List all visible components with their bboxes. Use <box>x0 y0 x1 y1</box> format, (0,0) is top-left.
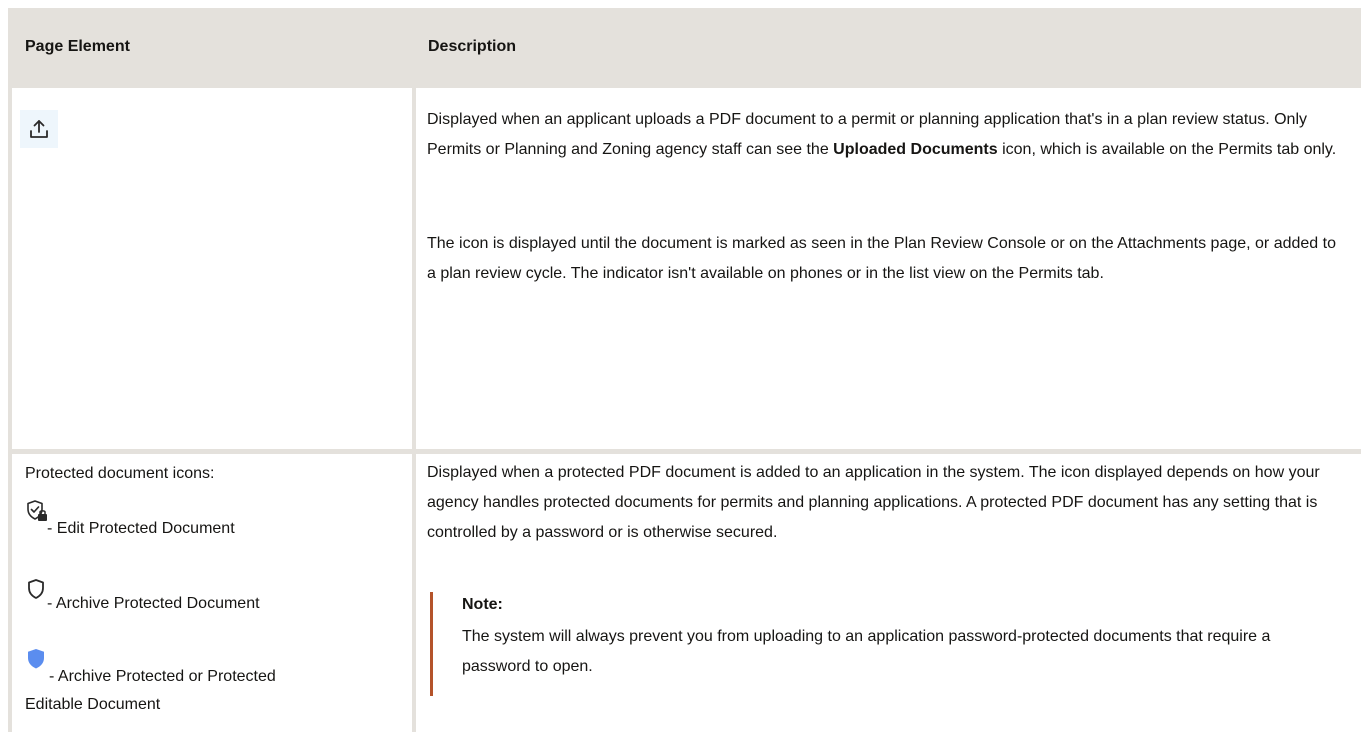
column-divider <box>412 12 416 732</box>
archive-or-editable-label: - Archive Protected or Protected <box>49 668 276 685</box>
archive-or-editable-label-line2: Editable Document <box>25 696 161 713</box>
row-separator <box>12 449 1361 454</box>
note-text: The system will always prevent you from … <box>462 628 1271 675</box>
page-elements-table: Page Element Description Displayed when … <box>8 8 1361 732</box>
shield-outline-icon <box>25 578 47 610</box>
header-page-element: Page Element <box>25 38 130 55</box>
note-callout: Note: The system will always prevent you… <box>430 592 1330 696</box>
table-header-row: Page Element Description <box>12 12 1361 88</box>
edit-protected-label: - Edit Protected Document <box>47 520 235 537</box>
shield-check-lock-icon <box>25 499 49 533</box>
protected-icons-title: Protected document icons: <box>25 465 215 482</box>
header-description: Description <box>428 38 517 55</box>
upload-description-1: Displayed when an applicant uploads a PD… <box>427 111 1337 158</box>
uploaded-documents-term: Uploaded Documents <box>833 141 998 158</box>
note-title: Note: <box>462 596 503 613</box>
upload-icon <box>20 110 58 148</box>
protected-description: Displayed when a protected PDF document … <box>427 464 1320 541</box>
document-page: Page Element Description Displayed when … <box>0 0 1361 732</box>
upload-description-2: The icon is displayed until the document… <box>427 235 1336 282</box>
archive-protected-label: - Archive Protected Document <box>47 595 260 612</box>
shield-filled-blue-icon <box>25 647 47 681</box>
